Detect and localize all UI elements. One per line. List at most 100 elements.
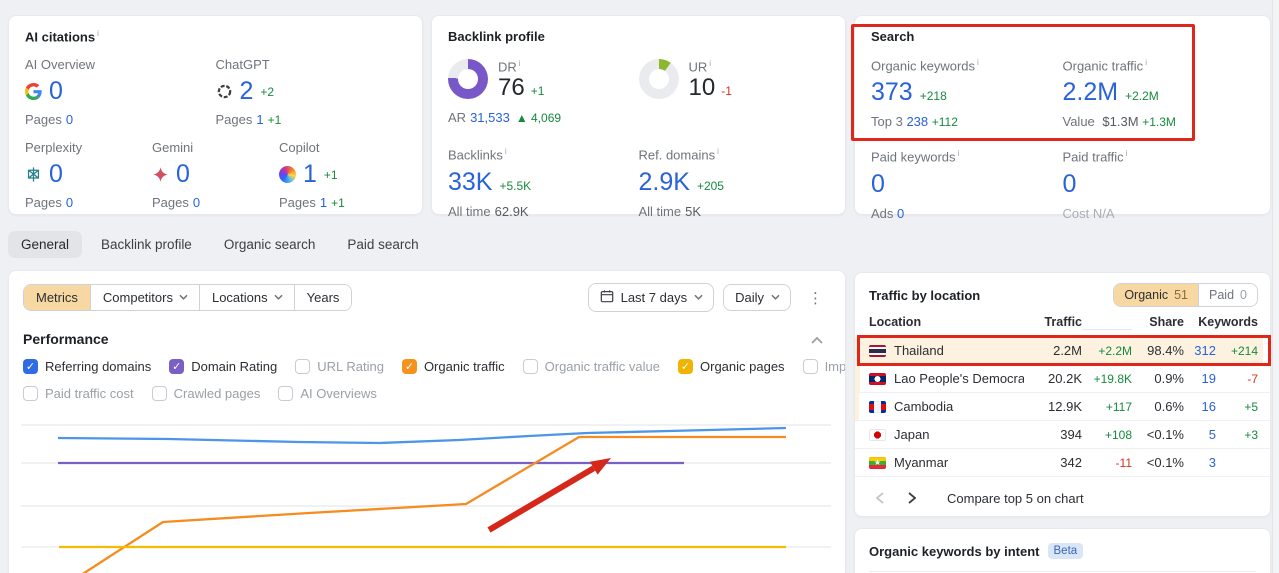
checkbox-impressions[interactable]: Impressions <box>802 359 845 374</box>
ur-label: UR <box>688 59 708 75</box>
ai-overview-label: AI Overview <box>25 57 96 73</box>
alltime-label: All time <box>448 203 491 219</box>
checkbox-ai-overviews[interactable]: AI Overviews <box>278 386 377 401</box>
organic-toggle[interactable]: Organic 51 <box>1114 284 1199 306</box>
copilot-pages: 1 <box>319 195 328 211</box>
chatgpt-metric: ChatGPT 2 +2 Pages 1 +1 <box>216 57 407 127</box>
myanmar-flag-icon <box>869 456 886 469</box>
prev-page-chevron-icon[interactable] <box>869 487 891 509</box>
gemini-icon <box>152 166 169 183</box>
ref-domains-alltime: 5K <box>685 203 702 219</box>
traffic-by-location-title: Traffic by location <box>869 287 981 303</box>
competitors-label: Competitors <box>102 290 173 305</box>
granularity-dropdown[interactable]: Daily <box>723 284 791 311</box>
col-traffic: Traffic <box>1024 315 1082 337</box>
checkbox-organic-traffic-value[interactable]: Organic traffic value <box>522 359 660 374</box>
organic-keywords-change: +218 <box>919 89 947 104</box>
perplexity-metric: Perplexity 0 Pages 0 <box>25 140 152 210</box>
paid-toggle[interactable]: Paid 0 <box>1198 284 1257 306</box>
competitors-segment[interactable]: Competitors <box>90 285 200 310</box>
keywords-value: 16 <box>1201 399 1216 414</box>
traffic-change: +2.2M <box>1098 343 1132 358</box>
info-icon[interactable]: i <box>519 59 521 68</box>
checkbox-icon <box>151 386 167 401</box>
checkbox-label: Referring domains <box>45 359 152 374</box>
cost-label: Cost <box>1062 205 1090 221</box>
checkbox-referring-domains[interactable]: Referring domains <box>23 359 151 374</box>
paid-traffic-label: Paid traffic <box>1062 149 1124 165</box>
perplexity-label: Perplexity <box>25 140 83 156</box>
table-row-laos[interactable]: Lao People's Democratic Reput 20.2K +19.… <box>855 365 1270 393</box>
checkbox-url-rating[interactable]: URL Rating <box>295 359 384 374</box>
checkbox-icon <box>295 359 311 374</box>
page-scrollbar[interactable] <box>1272 0 1279 573</box>
share-value: <0.1% <box>1146 427 1184 442</box>
copilot-value: 1 <box>303 160 317 189</box>
backlinks-value: 33K <box>448 167 493 196</box>
share-value: <0.1% <box>1146 455 1184 470</box>
checkbox-domain-rating[interactable]: Domain Rating <box>169 359 277 374</box>
info-icon[interactable]: i <box>505 147 507 156</box>
table-row-myanmar[interactable]: Myanmar 342 -11 <0.1% 3 <box>855 449 1270 477</box>
locations-segment[interactable]: Locations <box>199 285 295 310</box>
compare-top5-button[interactable]: Compare top 5 on chart <box>947 491 1084 506</box>
checkbox-organic-pages[interactable]: Organic pages <box>678 359 785 374</box>
years-label: Years <box>306 290 340 305</box>
ar-value: 31,533 <box>470 110 510 126</box>
organic-traffic-label: Organic traffic <box>1062 58 1144 74</box>
metrics-segment[interactable]: Metrics <box>24 285 91 310</box>
annotation-arrow <box>487 465 596 533</box>
info-icon[interactable]: i <box>1145 58 1147 67</box>
pages-label: Pages <box>25 195 62 211</box>
ai-overview-value: 0 <box>49 77 63 106</box>
ai-overview-metric: AI Overview 0 Pages 0 <box>25 57 216 127</box>
tab-backlink-profile[interactable]: Backlink profile <box>88 231 205 258</box>
tab-paid-search[interactable]: Paid search <box>334 231 431 258</box>
info-icon[interactable]: i <box>958 149 960 158</box>
metric-checkbox-row-1: Referring domains Domain Rating URL Rati… <box>23 359 845 374</box>
traffic-value: 394 <box>1060 427 1082 442</box>
chevron-down-icon <box>771 294 780 302</box>
google-icon <box>25 83 42 101</box>
chatgpt-value: 2 <box>239 77 254 106</box>
ads-label: Ads <box>871 205 894 221</box>
traffic-change: -11 <box>1115 455 1132 470</box>
info-icon[interactable]: i <box>709 59 711 68</box>
checkbox-organic-traffic[interactable]: Organic traffic <box>401 359 505 374</box>
info-icon[interactable]: i <box>977 58 979 67</box>
performance-chart[interactable] <box>9 401 845 573</box>
dr-change: +1 <box>530 84 545 99</box>
pages-label: Pages <box>215 112 253 128</box>
table-row-cambodia[interactable]: Cambodia 12.9K +117 0.6% 16 +5 <box>855 393 1270 421</box>
tab-general[interactable]: General <box>8 231 83 258</box>
traffic-value: 12.9K <box>1048 399 1082 414</box>
more-options-kebab-icon[interactable]: ⋮ <box>800 287 831 309</box>
table-row-japan[interactable]: Japan 394 +108 <0.1% 5 +3 <box>855 421 1270 449</box>
copilot-change: +1 <box>323 167 338 182</box>
ref-domains-label: Ref. domains <box>638 147 716 163</box>
alltime-label: All time <box>638 203 682 219</box>
keywords-change: -7 <box>1247 371 1258 386</box>
backlinks-metric: Backlinks i 33K +5.5K All time 62.9K <box>448 147 639 218</box>
location-name: Thailand <box>894 343 944 358</box>
next-page-chevron-icon[interactable] <box>901 487 923 509</box>
ai-citations-card: AI citations i AI Overview 0 Pages 0 ChatG… <box>8 15 423 215</box>
pages-label: Pages <box>25 112 62 128</box>
collapse-chevron-icon[interactable] <box>811 332 823 347</box>
top3-change: +112 <box>931 115 958 130</box>
tab-organic-search[interactable]: Organic search <box>211 231 329 258</box>
info-icon[interactable]: i <box>97 29 99 38</box>
checkbox-paid-traffic-cost[interactable]: Paid traffic cost <box>23 386 134 401</box>
table-row-thailand[interactable]: Thailand 2.2M +2.2M 98.4% 312 +214 <box>855 335 1271 366</box>
checkbox-crawled-pages[interactable]: Crawled pages <box>151 386 260 401</box>
copilot-pages-change: +1 <box>331 196 345 211</box>
gemini-pages: 0 <box>192 195 201 211</box>
pages-label: Pages <box>279 195 316 211</box>
info-icon[interactable]: i <box>717 147 719 156</box>
date-range-dropdown[interactable]: Last 7 days <box>587 283 715 312</box>
perplexity-icon <box>25 166 42 183</box>
years-segment[interactable]: Years <box>294 285 352 310</box>
organic-traffic-value: 2.2M <box>1062 78 1119 107</box>
location-name: Japan <box>894 427 930 442</box>
info-icon[interactable]: i <box>1126 149 1128 158</box>
